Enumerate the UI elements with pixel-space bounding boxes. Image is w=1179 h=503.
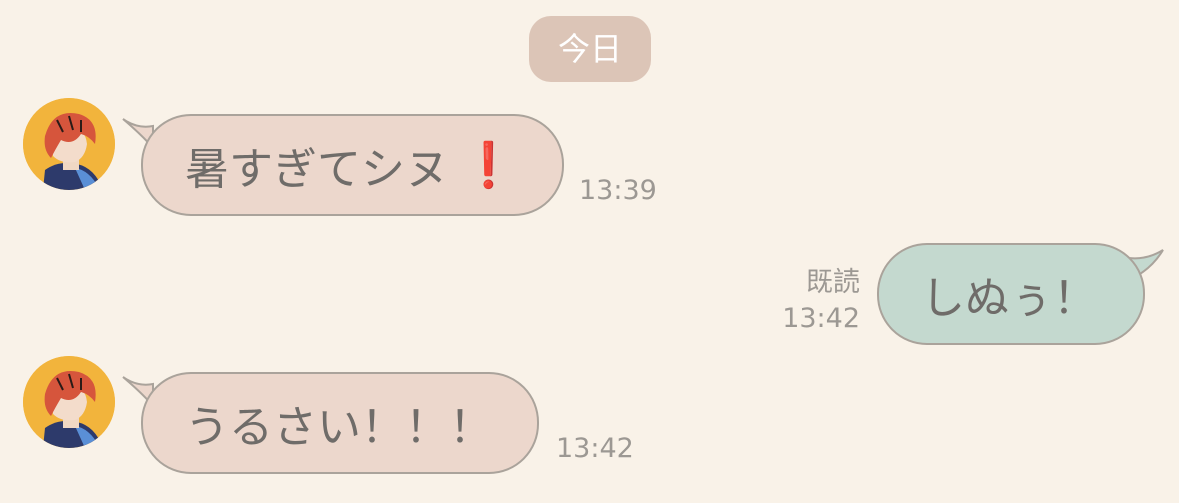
sender-avatar[interactable] [23, 98, 115, 190]
avatar-illustration-icon [23, 98, 115, 190]
message-text: うるさい！！！ [185, 402, 493, 453]
message-bubble-outgoing[interactable]: しぬぅ！ [877, 243, 1145, 345]
date-separator: 今日 [529, 16, 651, 82]
message-text: 暑すぎてシヌ [185, 144, 449, 195]
message-bubble-incoming[interactable]: 暑すぎてシヌ ❗ [141, 114, 564, 216]
message-time: 13:42 [556, 433, 634, 464]
message-bubble-incoming[interactable]: うるさい！！！ [141, 372, 539, 474]
read-receipt: 既読 [806, 267, 860, 298]
message-text: しぬぅ！ [921, 273, 1097, 324]
sender-avatar[interactable] [23, 356, 115, 448]
red-exclamation-icon: ❗ [461, 140, 516, 191]
avatar-illustration-icon [23, 356, 115, 448]
message-time: 13:39 [579, 175, 657, 206]
message-time: 13:42 [782, 303, 860, 334]
